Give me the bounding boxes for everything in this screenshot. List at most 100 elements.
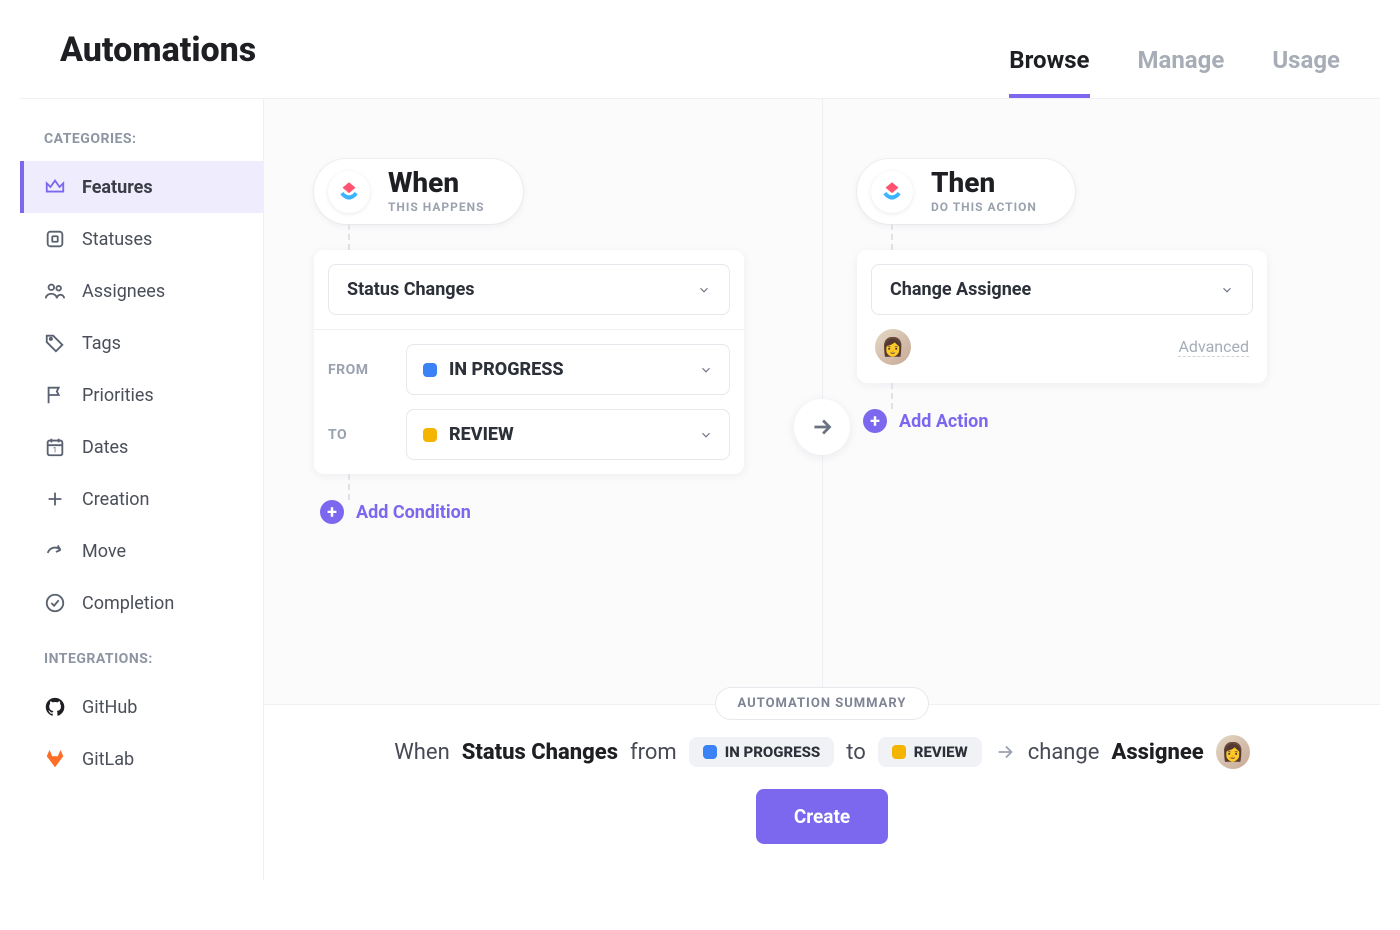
trigger-value: Status Changes xyxy=(347,279,475,300)
summary-word: change xyxy=(1028,740,1100,765)
chevron-down-icon xyxy=(699,363,713,377)
plus-icon xyxy=(44,488,66,510)
sidebar-item-label: Statuses xyxy=(82,229,152,250)
when-title: When xyxy=(388,169,485,197)
calendar-icon: 1 xyxy=(44,436,66,458)
gitlab-icon xyxy=(44,748,66,770)
action-select[interactable]: Change Assignee xyxy=(871,264,1253,315)
sidebar-item-gitlab[interactable]: GitLab xyxy=(20,733,263,785)
sidebar-item-label: Assignees xyxy=(82,281,165,302)
when-column: When THIS HAPPENS Status Changes FROM IN… xyxy=(314,159,787,664)
add-action-button[interactable]: + Add Action xyxy=(863,409,988,433)
add-condition-button[interactable]: + Add Condition xyxy=(320,500,471,524)
to-value: REVIEW xyxy=(449,424,514,445)
sidebar-item-priorities[interactable]: Priorities xyxy=(20,369,263,421)
people-icon xyxy=(44,280,66,302)
summary-to-value: REVIEW xyxy=(914,743,968,761)
from-value: IN PROGRESS xyxy=(449,359,564,380)
sidebar-item-assignees[interactable]: Assignees xyxy=(20,265,263,317)
header: Automations Browse Manage Usage xyxy=(20,0,1380,99)
connector-line xyxy=(891,224,893,250)
summary-trigger: Status Changes xyxy=(462,740,618,765)
then-title: Then xyxy=(931,169,1037,197)
categories-label: CATEGORIES: xyxy=(20,125,263,161)
when-card: Status Changes FROM IN PROGRESS TO REVIE… xyxy=(314,250,744,474)
then-card: Change Assignee 👩 Advanced xyxy=(857,250,1267,383)
create-button[interactable]: Create xyxy=(756,789,888,844)
page-title: Automations xyxy=(60,30,256,98)
add-action-label: Add Action xyxy=(899,411,988,432)
sidebar-item-dates[interactable]: 1 Dates xyxy=(20,421,263,473)
status-color-chip xyxy=(892,745,906,759)
summary-from-badge: IN PROGRESS xyxy=(689,737,834,767)
assignee-avatar: 👩 xyxy=(1216,735,1250,769)
sidebar-item-label: Completion xyxy=(82,593,174,614)
sidebar-item-label: Features xyxy=(82,177,153,198)
crown-icon xyxy=(44,176,66,198)
tab-usage[interactable]: Usage xyxy=(1272,46,1340,98)
summary-pill: AUTOMATION SUMMARY xyxy=(715,687,930,720)
share-icon xyxy=(44,540,66,562)
summary-action: Assignee xyxy=(1111,740,1203,765)
tab-browse[interactable]: Browse xyxy=(1009,46,1089,98)
check-icon xyxy=(44,592,66,614)
when-subtitle: THIS HAPPENS xyxy=(388,200,485,214)
sidebar-item-features[interactable]: Features xyxy=(20,161,263,213)
then-header: Then DO THIS ACTION xyxy=(857,159,1075,224)
add-condition-label: Add Condition xyxy=(356,502,471,523)
status-color-chip xyxy=(423,428,437,442)
integrations-label: INTEGRATIONS: xyxy=(20,645,263,681)
sidebar-item-github[interactable]: GitHub xyxy=(20,681,263,733)
flag-icon xyxy=(44,384,66,406)
summary-word: When xyxy=(394,740,449,765)
summary-to-badge: REVIEW xyxy=(878,737,982,767)
from-select[interactable]: IN PROGRESS xyxy=(406,344,730,395)
sidebar-item-label: Priorities xyxy=(82,385,154,406)
assignee-avatar[interactable]: 👩 xyxy=(875,329,911,365)
svg-text:1: 1 xyxy=(53,446,57,455)
chevron-down-icon xyxy=(1220,283,1234,297)
plus-circle-icon: + xyxy=(320,500,344,524)
trigger-select[interactable]: Status Changes xyxy=(328,264,730,315)
sidebar-item-label: Move xyxy=(82,541,126,562)
sidebar-item-label: Tags xyxy=(82,333,121,354)
sidebar-item-label: GitHub xyxy=(82,697,137,718)
connector-line xyxy=(891,383,893,409)
summary-word: to xyxy=(846,740,866,765)
summary-from-value: IN PROGRESS xyxy=(725,743,820,761)
summary-word: from xyxy=(630,740,677,765)
summary-bar: AUTOMATION SUMMARY When Status Changes f… xyxy=(264,704,1380,880)
when-header: When THIS HAPPENS xyxy=(314,159,523,224)
sidebar-item-completion[interactable]: Completion xyxy=(20,577,263,629)
sidebar-item-creation[interactable]: Creation xyxy=(20,473,263,525)
from-label: FROM xyxy=(328,362,394,378)
sidebar-item-label: Creation xyxy=(82,489,149,510)
sidebar-item-statuses[interactable]: Statuses xyxy=(20,213,263,265)
summary-text: When Status Changes from IN PROGRESS to … xyxy=(394,735,1249,769)
sidebar-item-label: Dates xyxy=(82,437,128,458)
sidebar: CATEGORIES: Features Statuses Assignees … xyxy=(20,99,264,880)
sidebar-item-label: GitLab xyxy=(82,749,134,770)
tabs: Browse Manage Usage xyxy=(1009,46,1340,98)
action-value: Change Assignee xyxy=(890,279,1031,300)
logo-icon xyxy=(328,171,370,213)
to-select[interactable]: REVIEW xyxy=(406,409,730,460)
advanced-link[interactable]: Advanced xyxy=(1178,337,1249,357)
square-icon xyxy=(44,228,66,250)
to-label: TO xyxy=(328,427,394,443)
connector-line xyxy=(348,474,350,500)
chevron-down-icon xyxy=(699,428,713,442)
then-column: Then DO THIS ACTION Change Assignee 👩 Ad… xyxy=(787,159,1330,664)
status-color-chip xyxy=(703,745,717,759)
arrow-right-icon xyxy=(994,741,1016,763)
sidebar-item-move[interactable]: Move xyxy=(20,525,263,577)
status-color-chip xyxy=(423,363,437,377)
tag-icon xyxy=(44,332,66,354)
main: When THIS HAPPENS Status Changes FROM IN… xyxy=(264,99,1380,880)
then-subtitle: DO THIS ACTION xyxy=(931,200,1037,214)
chevron-down-icon xyxy=(697,283,711,297)
github-icon xyxy=(44,696,66,718)
logo-icon xyxy=(871,171,913,213)
tab-manage[interactable]: Manage xyxy=(1138,46,1225,98)
sidebar-item-tags[interactable]: Tags xyxy=(20,317,263,369)
